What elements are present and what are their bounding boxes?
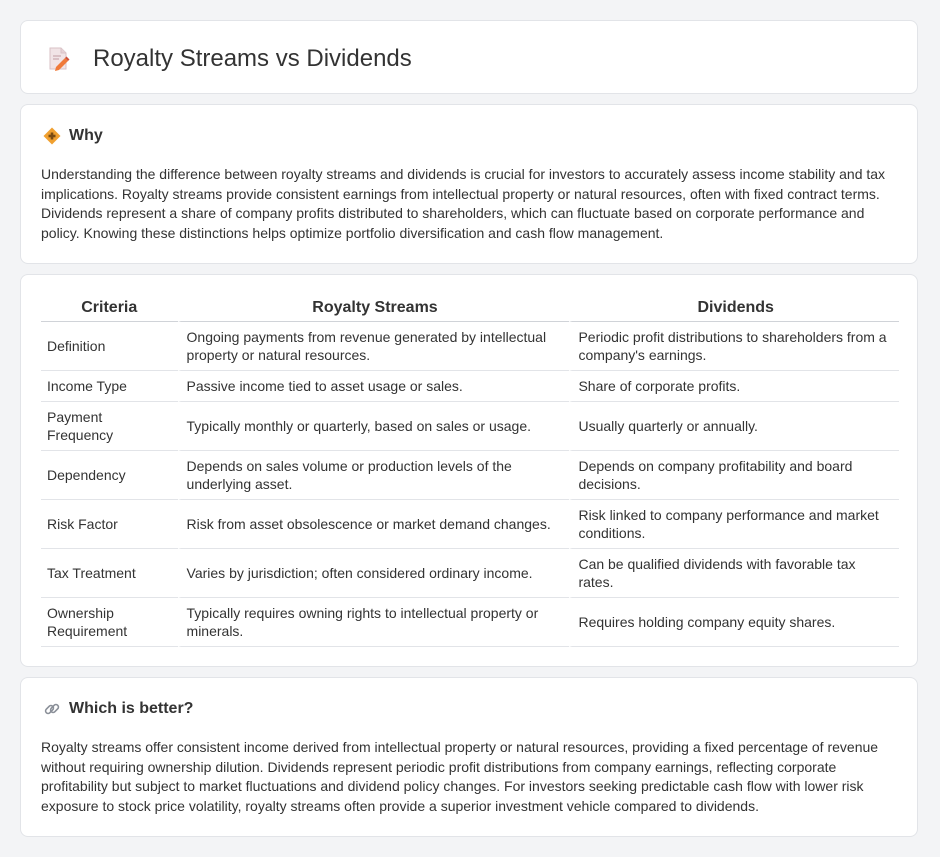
table-row: Definition Ongoing payments from revenue… [41,322,899,371]
criteria-cell: Income Type [41,371,178,402]
table-row: Risk Factor Risk from asset obsolescence… [41,500,899,549]
criteria-cell: Dependency [41,451,178,500]
comparison-card: Criteria Royalty Streams Dividends Defin… [20,274,918,667]
diamond-sign-icon [43,127,61,145]
royalty-cell: Passive income tied to asset usage or sa… [177,371,570,402]
header-dividends: Dividends [569,295,899,322]
why-section: Why Understanding the difference between… [20,104,918,264]
table-row: Ownership Requirement Typically requires… [41,598,899,647]
header-criteria: Criteria [41,295,178,322]
which-is-better-body: Royalty streams offer consistent income … [41,739,879,814]
which-is-better-section: Which is better? Royalty streams offer c… [20,677,918,837]
dividends-cell: Usually quarterly or annually. [569,402,899,451]
criteria-cell: Ownership Requirement [41,598,178,647]
criteria-cell: Definition [41,322,178,371]
why-body: Understanding the difference between roy… [41,166,886,241]
link-icon [43,700,61,718]
which-is-better-title: Which is better? [69,700,194,717]
royalty-cell: Risk from asset obsolescence or market d… [177,500,570,549]
criteria-cell: Tax Treatment [41,549,178,598]
dividends-cell: Share of corporate profits. [569,371,899,402]
royalty-cell: Typically requires owning rights to inte… [177,598,570,647]
dividends-cell: Can be qualified dividends with favorabl… [569,549,899,598]
royalty-cell: Typically monthly or quarterly, based on… [177,402,570,451]
document-pencil-icon [47,46,71,72]
royalty-cell: Depends on sales volume or production le… [177,451,570,500]
table-row: Payment Frequency Typically monthly or q… [41,402,899,451]
why-title: Why [69,127,103,144]
dividends-cell: Periodic profit distributions to shareho… [569,322,899,371]
table-row: Income Type Passive income tied to asset… [41,371,899,402]
dividends-cell: Requires holding company equity shares. [569,598,899,647]
table-header-row: Criteria Royalty Streams Dividends [41,295,899,322]
header-card: Royalty Streams vs Dividends [20,20,918,94]
criteria-cell: Payment Frequency [41,402,178,451]
dividends-cell: Risk linked to company performance and m… [569,500,899,549]
dividends-cell: Depends on company profitability and boa… [569,451,899,500]
header-royalty-streams: Royalty Streams [177,295,570,322]
table-row: Tax Treatment Varies by jurisdiction; of… [41,549,899,598]
criteria-cell: Risk Factor [41,500,178,549]
royalty-cell: Ongoing payments from revenue generated … [177,322,570,371]
comparison-table: Criteria Royalty Streams Dividends Defin… [41,295,899,647]
page-title: Royalty Streams vs Dividends [93,45,412,72]
table-row: Dependency Depends on sales volume or pr… [41,451,899,500]
royalty-cell: Varies by jurisdiction; often considered… [177,549,570,598]
